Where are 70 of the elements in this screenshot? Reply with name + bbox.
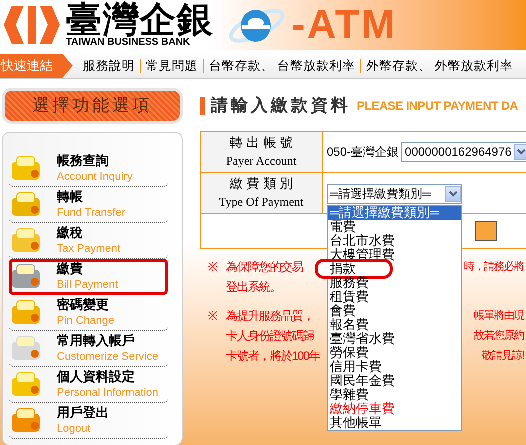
page-title-english: PLEASE INPUT PAYMENT DA [357,98,518,115]
menu-item[interactable]: 繳稅 Tax Payment [9,223,168,259]
menu-item-subtitle: Fund Transfer [57,206,126,220]
dropdown-option[interactable]: 捐款 [318,262,390,276]
menu-item[interactable]: 繳費 Bill Payment [9,259,168,295]
menu-item-title: 轉帳 [57,188,84,204]
bank-name: 臺灣企銀 [66,2,214,38]
notice-mark: ※ [207,308,219,325]
notice-text: 敬請見諒! [482,348,524,364]
dropdown-option[interactable]: ═請選擇繳費類別═ [328,206,461,220]
logo-icon [2,4,62,46]
menu-item-subtitle: Tax Payment [57,242,121,256]
quick-links-label: 快速連結 [0,54,73,78]
submit-button[interactable] [475,221,497,241]
account-select[interactable]: 0000000162964976 [401,142,526,162]
notice-text: 帳單將由現 [474,309,524,324]
menu-item[interactable]: 常用轉入帳戶 Customerize Service [9,331,168,367]
atm-logo-text: -ATM [292,5,397,45]
menu-item[interactable]: 密碼變更 Pin Change [9,295,168,331]
menu-item-title: 繳費 [57,260,84,276]
field-label-english: Payer Account [226,153,297,170]
payment-type-select[interactable]: ═請選擇繳費類別═ [327,184,462,204]
notice-text: 故若您原約 [474,329,524,344]
dropdown-option[interactable]: 繳納停車費 [328,402,461,416]
dropdown-option[interactable]: 臺灣省水費 [328,332,461,346]
dropdown-option[interactable]: 學雜費 [328,388,461,402]
menu-item-subtitle: Logout [57,422,92,436]
menu-item-subtitle: Bill Payment [57,278,118,292]
menu-item-subtitle: Customerize Service [57,350,158,364]
nav-link[interactable]: 台幣存款、 台幣放款利率 [209,56,356,76]
menu-item-subtitle: Personal Information [57,386,158,400]
dropdown-option[interactable]: 服務費 [328,276,461,290]
dropdown-option[interactable]: 其他帳單 [328,416,461,430]
nav-link[interactable]: 服務說明 [83,56,135,76]
notice-text: 卡人身份證號碼歸 [226,328,314,345]
field-label-english: Type Of Payment [219,194,304,211]
menu-item[interactable]: 用戶登出 Logout [9,403,168,439]
dropdown-option[interactable]: 國民年金費 [328,374,461,388]
notice-mark: ※ [207,259,219,276]
notice-text: 時，請務必將 [464,260,524,275]
notice-text: 卡號者，將於100年 [226,348,320,365]
dropdown-option[interactable]: 信用卡費 [328,360,461,374]
nav-link[interactable]: 外幣存款、 外幣放款利率 [366,56,513,76]
dropdown-option[interactable]: 租賃費 [328,290,461,304]
menu-item-subtitle: Account Inquiry [57,170,133,184]
field-label: 轉 出 帳 號 [230,134,293,152]
nav-link[interactable]: 常見問題 [146,56,198,76]
notice-text: 登出系統。 [226,279,281,296]
menu-item-title: 帳務查詢 [57,152,110,168]
bank-code-text: 050-臺灣企銀 [327,144,400,161]
title-bar-icon [200,97,205,115]
page-title: 請輸入繳款資料 [211,95,351,118]
menu-item-title: 繳稅 [57,224,84,240]
dropdown-option[interactable]: 會費 [328,304,461,318]
menu-item-title: 常用轉入帳戶 [57,332,136,348]
menu-item-title: 密碼變更 [57,296,110,312]
dropdown-option[interactable]: 電費 [328,220,461,234]
menu-item-subtitle: Pin Change [57,314,114,328]
dropdown-option[interactable]: 報名費 [328,318,461,332]
dropdown-option[interactable]: 台北市水費 [328,234,461,248]
dropdown-option[interactable]: 勞保費 [328,346,461,360]
notice-text: 為提升服務品質， [226,308,314,325]
menu-item-title: 用戶登出 [57,404,109,420]
notice-text: 為保障您的交易 [226,259,303,276]
menu-item[interactable]: 個人資料設定 Personal Information [9,367,168,403]
field-label: 繳 費 類 別 [230,175,293,193]
menu-item[interactable]: 轉帳 Fund Transfer [9,187,168,223]
menu-item[interactable]: 帳務查詢 Account Inquiry [9,151,168,187]
bank-name-english: TAIWAN BUSINESS BANK [66,38,190,48]
menu-item-title: 個人資料設定 [57,368,136,384]
